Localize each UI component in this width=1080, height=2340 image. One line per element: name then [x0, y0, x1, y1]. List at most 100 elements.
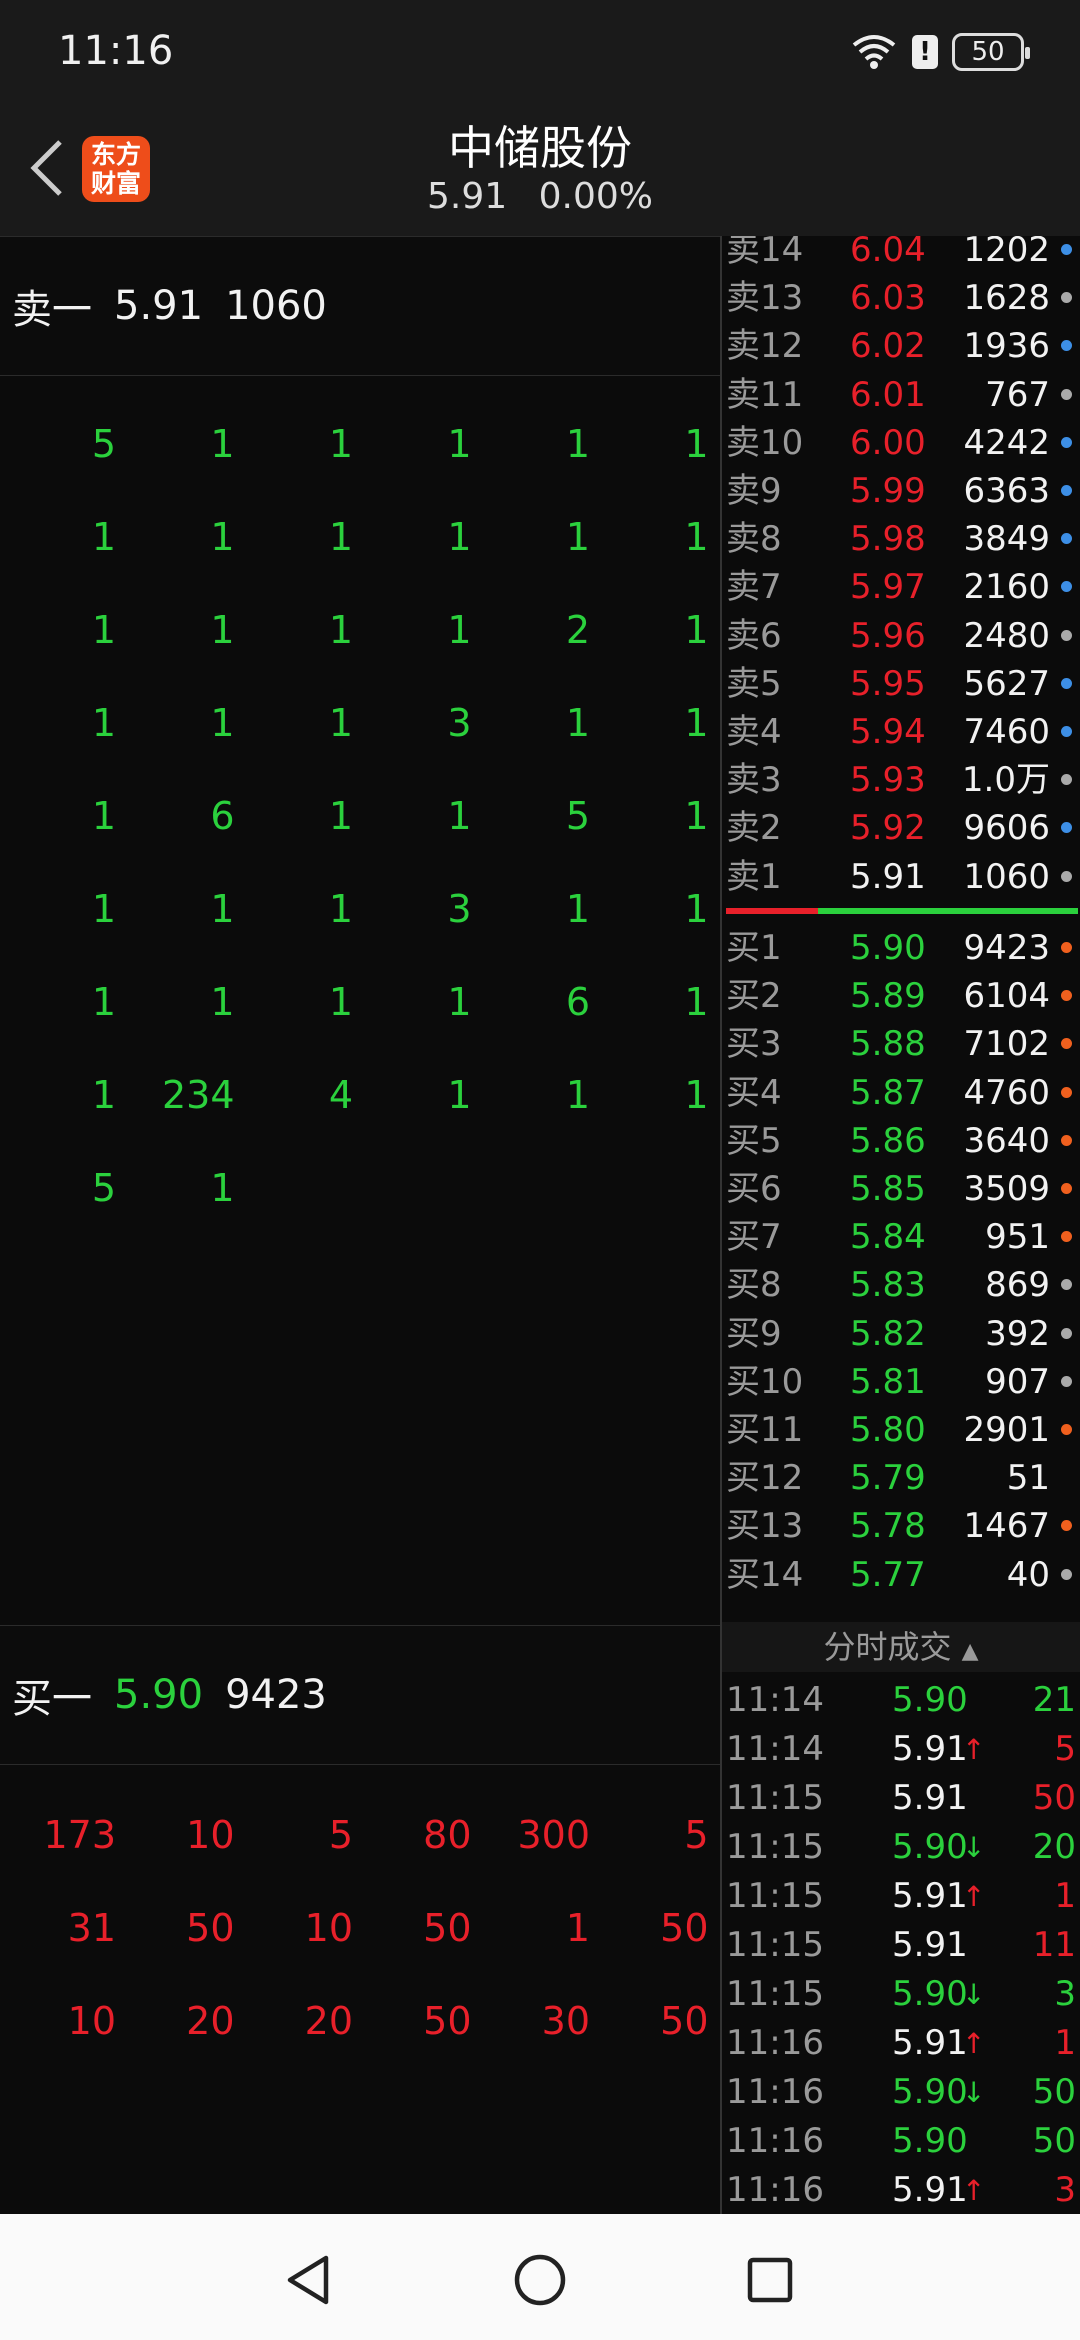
bid-queue-cell: 20 [304, 1999, 353, 2043]
ask-level-label: 卖11 [726, 374, 804, 415]
bid-level-row[interactable]: 买4 5.87 4760 [722, 1069, 1080, 1117]
buy-sell-ratio-bar [726, 908, 1078, 914]
trade-row: 11:15 5.91 11 [722, 1921, 1080, 1970]
bid-level-row[interactable]: 买14 5.77 40 [722, 1551, 1080, 1599]
ask-queue-cell: 1 [684, 1073, 709, 1117]
bid-level-volume: 40 [1006, 1554, 1050, 1595]
ask-queue-cell: 6 [210, 794, 235, 838]
order-dot-icon [1061, 1038, 1072, 1050]
trade-row: 11:14 5.90 21 [722, 1676, 1080, 1725]
alert-icon: ! [912, 35, 938, 69]
bid-level-row[interactable]: 买9 5.82 392 [722, 1310, 1080, 1358]
trade-time: 11:15 [726, 1974, 824, 2014]
ask-level-row[interactable]: 卖14 6.04 1202 [722, 236, 1080, 274]
ask-level-row[interactable]: 卖2 5.92 9606 [722, 804, 1080, 852]
bid-queue-cell: 173 [43, 1813, 116, 1857]
ask-level-price: 5.95 [850, 663, 926, 704]
ask-level-label: 卖12 [726, 326, 804, 367]
ask-level-label: 卖2 [726, 808, 782, 849]
order-dot-icon [1061, 244, 1072, 255]
trade-price: 5.91 [892, 2170, 968, 2210]
nav-home-icon[interactable] [512, 2252, 568, 2308]
bid-level-volume: 907 [985, 1361, 1050, 1402]
ask-level-volume: 6363 [963, 471, 1050, 511]
ask-level-row[interactable]: 卖3 5.93 1.0万 [722, 756, 1080, 804]
arrow-down-icon: ↓ [962, 1831, 986, 1864]
ask-level-price: 6.02 [850, 326, 926, 367]
ask-queue-cell: 1 [210, 701, 235, 745]
ask-level-volume: 4242 [963, 422, 1050, 463]
ask-queue-cell: 1 [91, 515, 116, 559]
ask-level-row[interactable]: 卖6 5.96 2480 [722, 612, 1080, 660]
bid-level-row[interactable]: 买12 5.79 51 [722, 1454, 1080, 1502]
ask-queue-cell: 234 [161, 1073, 235, 1117]
order-dot-icon [1061, 774, 1072, 786]
ask-level-row[interactable]: 卖10 6.00 4242 [722, 419, 1080, 467]
battery-icon: 50 [952, 33, 1030, 71]
bid-level-price: 5.77 [850, 1554, 926, 1595]
bid-level-row[interactable]: 买13 5.78 1467 [722, 1502, 1080, 1550]
trade-volume: 5 [1054, 1729, 1076, 1769]
ask-level-volume: 2480 [963, 615, 1050, 656]
ask-queue-cell: 1 [447, 422, 472, 466]
nav-back-icon[interactable] [280, 2252, 336, 2308]
bid-level-row[interactable]: 买10 5.81 907 [722, 1358, 1080, 1406]
ask-queue-cell: 1 [684, 794, 709, 838]
ask-level-row[interactable]: 卖11 6.01 767 [722, 371, 1080, 419]
bid1-header[interactable]: 买一 5.90 9423 [0, 1625, 720, 1765]
nav-recents-icon[interactable] [742, 2252, 798, 2308]
bid-queue-row: 10 20 20 50 30 50 [0, 1951, 720, 2090]
bid-queue-cell: 31 [67, 1906, 116, 1950]
bid-queue-cell: 5 [328, 1813, 353, 1857]
ask-queue-cell: 1 [210, 980, 235, 1024]
ask-level-volume: 767 [985, 374, 1050, 415]
ask-level-row[interactable]: 卖7 5.97 2160 [722, 563, 1080, 611]
trade-price: 5.91 [892, 1925, 968, 1965]
bid-level-label: 买7 [726, 1217, 782, 1258]
ask-level-row[interactable]: 卖13 6.03 1628 [722, 274, 1080, 322]
order-book-panel[interactable]: 卖14 6.04 1202 卖13 6.03 1628 卖12 6.02 1936 卖11 6.01… [722, 236, 1080, 2214]
order-queue-panel: 卖一 5.91 1060 511111111111111121111311161… [0, 236, 720, 2214]
ask1-header[interactable]: 卖一 5.91 1060 [0, 236, 720, 376]
bid-level-row[interactable]: 买6 5.85 3509 [722, 1165, 1080, 1213]
ask-level-price: 5.94 [850, 712, 926, 752]
bid-level-row[interactable]: 买3 5.88 7102 [722, 1020, 1080, 1068]
page-title: 中储股份 [448, 121, 632, 175]
ask-level-label: 卖6 [726, 615, 782, 656]
ask-queue-cell: 1 [328, 515, 353, 559]
bid-level-label: 买11 [726, 1410, 804, 1450]
status-time: 11:16 [58, 28, 174, 74]
trade-price: 5.90 [892, 1827, 968, 1867]
ask-level-row[interactable]: 卖1 5.91 1060 [722, 853, 1080, 901]
bid-level-row[interactable]: 买2 5.89 6104 [722, 972, 1080, 1020]
bid-queue-cell: 50 [423, 1999, 472, 2043]
ask-level-row[interactable]: 卖12 6.02 1936 [722, 322, 1080, 370]
ask1-price: 5.91 [114, 283, 204, 329]
bid-level-row[interactable]: 买1 5.90 9423 [722, 924, 1080, 972]
trade-row: 11:16 5.91 ↑ 1 [722, 2019, 1080, 2068]
bid-level-row[interactable]: 买5 5.86 3640 [722, 1117, 1080, 1165]
trade-row: 11:15 5.91 ↑ 1 [722, 1872, 1080, 1921]
bid-level-label: 买3 [726, 1024, 782, 1065]
bid-queue-cell: 1 [565, 1906, 590, 1950]
ask-queue-cell: 3 [447, 701, 472, 745]
ask-level-row[interactable]: 卖9 5.99 6363 [722, 467, 1080, 515]
bid-level-price: 5.79 [850, 1458, 926, 1499]
trade-price: 5.90 [892, 2072, 968, 2112]
ask-queue-cell: 1 [328, 794, 353, 838]
trade-volume: 50 [1032, 2072, 1076, 2112]
order-dot-icon [1061, 1086, 1072, 1098]
ask-level-row[interactable]: 卖5 5.95 5627 [722, 660, 1080, 708]
bid-level-row[interactable]: 买8 5.83 869 [722, 1261, 1080, 1309]
ask-level-row[interactable]: 卖4 5.94 7460 [722, 708, 1080, 756]
trades-title-tab[interactable]: 分时成交 ▲ [722, 1622, 1080, 1672]
ask-level-row[interactable]: 卖8 5.98 3849 [722, 515, 1080, 563]
bid-level-volume: 869 [985, 1265, 1050, 1306]
bid-level-price: 5.81 [850, 1361, 926, 1402]
bid-queue-cell: 80 [423, 1813, 472, 1857]
bid-level-row[interactable]: 买11 5.80 2901 [722, 1406, 1080, 1454]
arrow-down-icon: ↓ [962, 2076, 986, 2109]
trade-time: 11:16 [726, 2072, 824, 2112]
trades-section[interactable]: 分时成交 ▲ 11:14 5.90 21 11:14 5.91 ↑ 5 11:15 5.91 50… [722, 1622, 1080, 2214]
bid-level-row[interactable]: 买7 5.84 951 [722, 1213, 1080, 1261]
